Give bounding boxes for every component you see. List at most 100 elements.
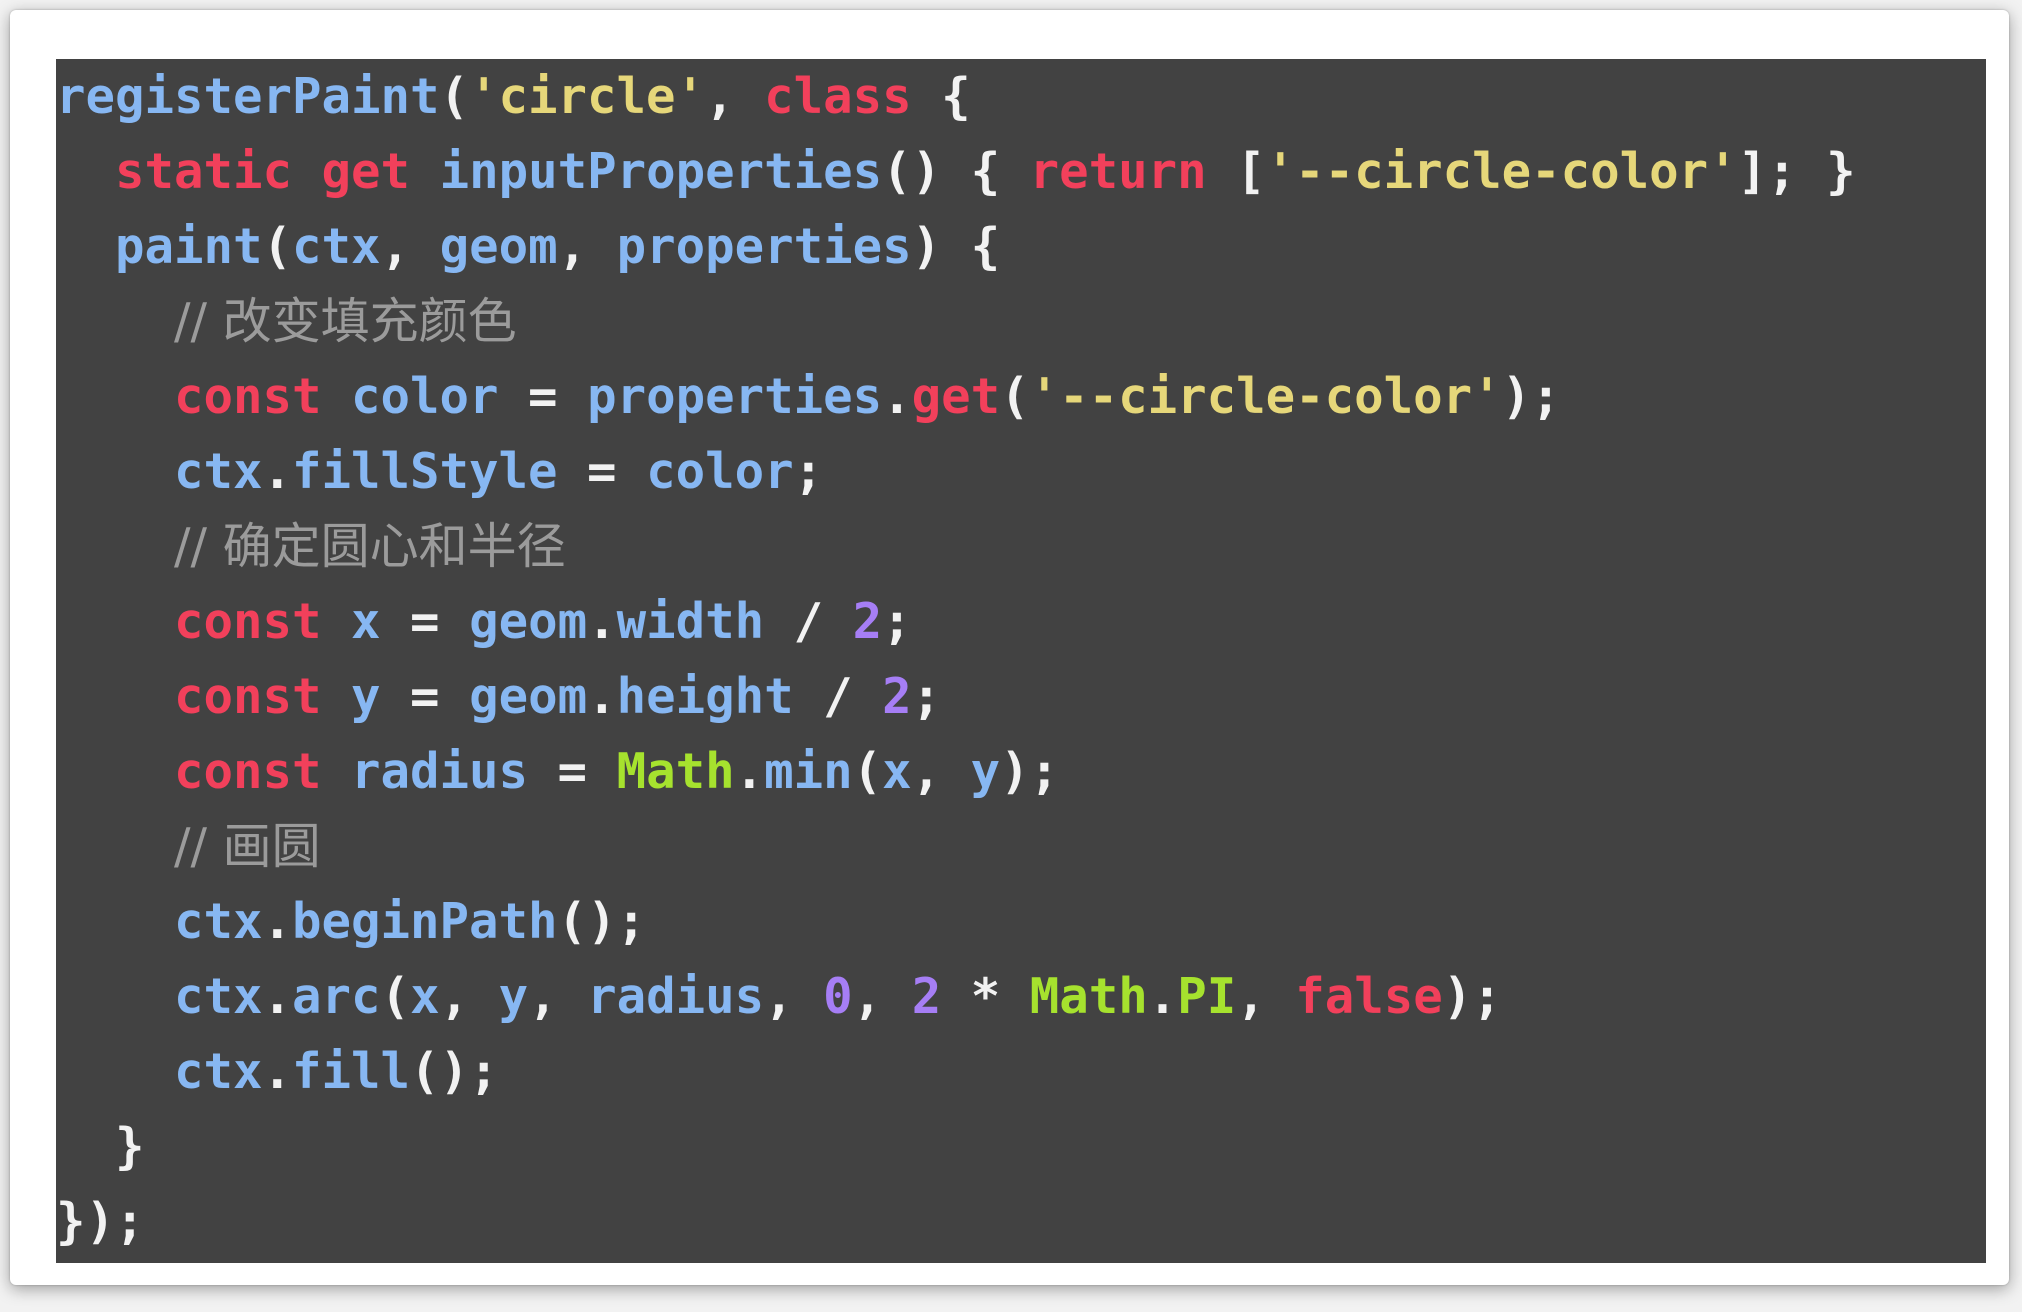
code-token: ,	[764, 968, 824, 1025]
code-token: ctx	[292, 218, 381, 275]
code-token: geom	[469, 593, 588, 650]
code-token: }	[56, 1118, 145, 1175]
code-line: }	[56, 1109, 1856, 1184]
code-line: ctx.fillStyle = color;	[56, 434, 1856, 509]
code-token: const	[174, 743, 322, 800]
code-token: 2	[911, 968, 942, 1025]
code-token: ) {	[911, 218, 1001, 275]
code-token: fill	[292, 1043, 411, 1100]
code-line: // 确定圆心和半径	[56, 509, 1856, 584]
code-token: (	[262, 218, 293, 275]
code-line: // 改变填充颜色	[56, 284, 1856, 359]
code-token: class	[764, 68, 912, 125]
code-token: .	[262, 1043, 293, 1100]
code-token: =	[587, 443, 647, 500]
code-token: () {	[882, 143, 1030, 200]
code-token: color	[321, 368, 529, 425]
code-token: width	[616, 593, 794, 650]
code-token: PI	[1177, 968, 1237, 1025]
code-token: );	[1501, 368, 1561, 425]
code-token: get	[911, 368, 1001, 425]
code-line: ctx.arc(x, y, radius, 0, 2 * Math.PI, fa…	[56, 959, 1856, 1034]
code-token: Math	[1029, 968, 1148, 1025]
code-token: ctx	[56, 968, 263, 1025]
code-token: return	[1029, 143, 1207, 200]
code-token: y	[498, 968, 529, 1025]
code-token: 2	[852, 593, 883, 650]
code-token: fillStyle	[292, 443, 588, 500]
code-token: registerPaint	[56, 68, 440, 125]
code-token: height	[616, 668, 824, 725]
code-token: =	[410, 593, 470, 650]
code-token: [	[1206, 143, 1266, 200]
code-token: beginPath	[292, 893, 558, 950]
code-token: =	[557, 743, 617, 800]
code-token: Math	[616, 743, 735, 800]
code-token: );	[1000, 743, 1060, 800]
code-line: const color = properties.get('--circle-c…	[56, 359, 1856, 434]
code-token: y	[321, 668, 411, 725]
code-token: ,	[852, 968, 912, 1025]
code-token: ;	[793, 443, 824, 500]
code-line: // 画圆	[56, 809, 1856, 884]
code-token: 0	[823, 968, 853, 1025]
code-comment: // 画圆	[174, 818, 321, 875]
code-token: false	[1295, 968, 1443, 1025]
code-line: const y = geom.height / 2;	[56, 659, 1856, 734]
code-token: ctx	[56, 893, 263, 950]
code-token: inputProperties	[410, 143, 883, 200]
screenshot-card: registerPaint('circle', class { static g…	[10, 10, 2009, 1285]
code-token: const	[174, 368, 322, 425]
code-token: .	[262, 893, 293, 950]
code-token: .	[882, 368, 912, 425]
code-line: ctx.beginPath();	[56, 884, 1856, 959]
code-line: paint(ctx, geom, properties) {	[56, 209, 1856, 284]
code-token: .	[734, 743, 765, 800]
code-token: const	[174, 593, 322, 650]
code-block: registerPaint('circle', class { static g…	[56, 59, 1856, 1259]
code-token: ]; }	[1737, 143, 1856, 200]
code-token: ctx	[56, 443, 263, 500]
code-token: y	[970, 743, 1001, 800]
code-token: );	[1442, 968, 1502, 1025]
code-line: });	[56, 1184, 1856, 1259]
code-token: get	[321, 143, 411, 200]
code-token: ,	[705, 68, 765, 125]
code-token: /	[823, 668, 883, 725]
code-token: ,	[439, 968, 499, 1025]
code-editor-panel: registerPaint('circle', class { static g…	[56, 59, 1986, 1263]
code-token: .	[1147, 968, 1178, 1025]
code-line: const x = geom.width / 2;	[56, 584, 1856, 659]
code-token: =	[528, 368, 588, 425]
code-token: x	[410, 968, 440, 1025]
code-token: radius	[321, 743, 558, 800]
code-token: ();	[557, 893, 647, 950]
code-token: .	[262, 968, 293, 1025]
code-line: static get inputProperties() { return ['…	[56, 134, 1856, 209]
code-token: .	[587, 593, 617, 650]
code-token: x	[882, 743, 912, 800]
code-token: min	[764, 743, 853, 800]
code-token: (	[380, 968, 411, 1025]
code-line: const radius = Math.min(x, y);	[56, 734, 1856, 809]
code-token: radius	[587, 968, 765, 1025]
code-token: const	[174, 668, 322, 725]
code-token: geom	[439, 218, 558, 275]
code-token: ();	[410, 1043, 499, 1100]
code-token: ,	[380, 218, 440, 275]
code-token: ;	[882, 593, 912, 650]
code-token: 'circle'	[469, 68, 706, 125]
code-token: properties	[587, 368, 883, 425]
code-token: geom	[469, 668, 588, 725]
code-token: (	[852, 743, 883, 800]
code-token: '--circle-color'	[1029, 368, 1502, 425]
code-token: ,	[528, 968, 588, 1025]
